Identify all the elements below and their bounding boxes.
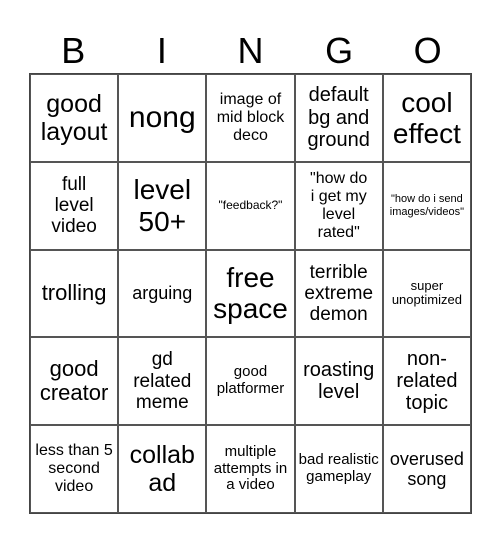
bingo-cell[interactable]: roasting level (294, 337, 383, 426)
bingo-cell[interactable]: good layout (30, 74, 119, 162)
bingo-cell[interactable]: collab ad (118, 425, 207, 513)
bingo-cell[interactable]: full level video (30, 161, 119, 250)
header-letter-g: G (325, 30, 354, 71)
bingo-grid: good layout nong image of mid block deco… (29, 73, 472, 514)
bingo-cell[interactable]: "feedback?" (206, 161, 295, 250)
bingo-cell[interactable]: gd related meme (118, 337, 207, 426)
header-letter-b: B (61, 30, 86, 71)
bingo-cell[interactable]: cool effect (382, 74, 471, 162)
bingo-header: B I N G O (29, 28, 472, 73)
bingo-cell[interactable]: arguing (118, 249, 207, 338)
bingo-cell[interactable]: default bg and ground (294, 74, 383, 162)
bingo-cell[interactable]: less than 5 second video (30, 425, 119, 513)
bingo-cell[interactable]: non-related topic (382, 337, 471, 426)
bingo-cell[interactable]: level 50+ (118, 161, 207, 250)
bingo-cell[interactable]: good creator (30, 337, 119, 426)
bingo-cell[interactable]: good platformer (206, 337, 295, 426)
bingo-cell[interactable]: free space (206, 249, 295, 338)
bingo-cell[interactable]: nong (118, 74, 207, 162)
bingo-cell[interactable]: "how do i send images/videos" (382, 161, 471, 250)
bingo-cell[interactable]: overused song (382, 425, 471, 513)
bingo-cell[interactable]: terrible extreme demon (294, 249, 383, 338)
header-letter-i: I (156, 30, 167, 71)
bingo-cell[interactable]: trolling (30, 249, 119, 338)
header-letter-o: O (413, 30, 442, 71)
bingo-cell[interactable]: image of mid block deco (206, 74, 295, 162)
bingo-cell[interactable]: multiple attempts in a video (206, 425, 295, 513)
bingo-cell[interactable]: "how do i get my level rated" (294, 161, 383, 250)
bingo-cell[interactable]: super unoptimized (382, 249, 471, 338)
header-letter-n: N (237, 30, 264, 71)
bingo-cell[interactable]: bad realistic gameplay (294, 425, 383, 513)
